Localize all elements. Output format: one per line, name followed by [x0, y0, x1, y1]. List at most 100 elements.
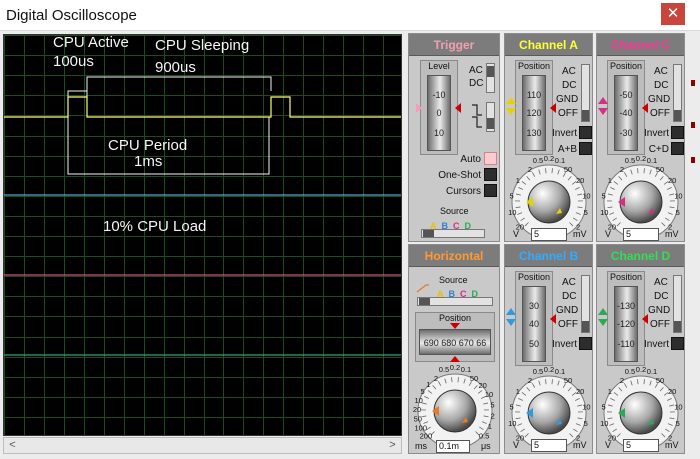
channel-d-position-box: Position -130 -120 -110 — [607, 271, 645, 366]
channel-d-coupling-switch[interactable] — [673, 275, 682, 333]
channel-c-value-field[interactable]: 5 — [623, 228, 659, 241]
dial-scale-label: 20 — [668, 176, 676, 185]
unit-right: mV — [665, 229, 679, 239]
horizontal-title: Horizontal — [409, 245, 499, 267]
drum-value: 40 — [528, 319, 539, 329]
drum-value: 10 — [433, 128, 444, 138]
dial-scale-label: 10 — [508, 208, 516, 217]
dial-tick — [551, 168, 553, 174]
dial-scale-label: 20 — [576, 176, 584, 185]
channel-b-position-box: Position 30 40 50 — [515, 271, 553, 366]
dial-scale-label: 10 — [415, 396, 423, 405]
dial-scale-label: 5 — [676, 208, 680, 217]
drum-value: -50 — [619, 90, 633, 100]
channel-b-value-field[interactable]: 5 — [531, 439, 567, 452]
dial-knob[interactable] — [433, 389, 477, 433]
dial-scale-label: 20 — [478, 381, 486, 390]
dial-scale-label: 1 — [608, 387, 612, 396]
channel-a-position-label: Position — [517, 61, 551, 71]
switch-knob — [674, 110, 681, 121]
channel-b-position-drum[interactable]: 30 40 50 — [522, 286, 546, 362]
channel-a-position-drum[interactable]: 110 120 130 — [522, 75, 546, 151]
horizontal-scrollbar[interactable]: < > — [3, 437, 402, 454]
auto-button[interactable] — [484, 152, 497, 165]
channel-a-value-field[interactable]: 5 — [531, 228, 567, 241]
channel-d-panel: Channel D Position -130 -120 -110 AC DC … — [596, 244, 685, 454]
channel-b-invert-button[interactable] — [579, 337, 592, 350]
mode-off-label: OFF — [650, 319, 670, 330]
channel-b-title-text: Channel B — [518, 249, 579, 263]
invert-label: Invert — [643, 128, 669, 139]
dial-scale-label: 0.2 — [636, 365, 646, 374]
dial-scale-label: 5 — [584, 208, 588, 217]
unit-left: V — [605, 440, 612, 450]
dial-scale-label: 0.5 — [625, 156, 635, 165]
mode-off-label: OFF — [650, 108, 670, 119]
trigger-coupling-switch[interactable] — [486, 63, 495, 93]
channel-a-coupling-switch[interactable] — [581, 64, 590, 122]
title-bar: Digital Oscilloscope ✕ — [0, 0, 700, 31]
channel-c-position-drum[interactable]: -50 -40 -30 — [614, 75, 638, 151]
dial-tick — [545, 168, 547, 174]
channel-c-coupling-switch[interactable] — [673, 64, 682, 122]
trigger-edge-switch[interactable] — [486, 102, 495, 132]
channel-b-title: Channel B — [505, 245, 592, 267]
dial-knob[interactable] — [527, 391, 571, 435]
position-pointer-icon — [450, 356, 460, 362]
slider-knob — [419, 298, 430, 305]
drum-value: 120 — [526, 108, 542, 118]
trigger-level-label: Level — [428, 61, 450, 71]
channel-d-value-field[interactable]: 5 — [623, 439, 659, 452]
channel-d-position-drum[interactable]: -130 -120 -110 — [614, 286, 638, 362]
mode-dc-label: DC — [654, 291, 669, 302]
dial-scale-label: 0.5 — [625, 367, 635, 376]
channel-a-trace — [4, 96, 401, 118]
scope-graticule — [4, 35, 401, 435]
dial-tick — [637, 379, 639, 385]
trigger-level-drum[interactable]: -10 0 10 — [427, 75, 451, 151]
dial-scale-label: 5 — [490, 400, 494, 409]
channel-b-position-label: Position — [517, 272, 551, 282]
channel-d-invert-button[interactable] — [671, 337, 684, 350]
updown-arrow-icon — [506, 308, 516, 326]
switch-knob — [487, 66, 494, 77]
scroll-left-arrow[interactable]: < — [4, 438, 21, 453]
channel-d-position-label: Position — [609, 272, 643, 282]
dial-scale-label: 10 — [600, 419, 608, 428]
close-button[interactable]: ✕ — [661, 3, 685, 25]
channel-c-panel: Channel C Position -50 -40 -30 AC DC GND… — [596, 33, 685, 242]
dial-scale-label: 0.1 — [461, 365, 471, 374]
drum-value: -120 — [616, 319, 635, 329]
dial-knob[interactable] — [619, 391, 663, 435]
scroll-right-arrow[interactable]: > — [384, 438, 401, 453]
dial-scale-label: 10 — [485, 390, 493, 399]
channel-b-coupling-switch[interactable] — [581, 275, 590, 333]
dial-scale-label: 20 — [668, 387, 676, 396]
updown-arrow-icon — [506, 97, 516, 115]
channel-d-title-text: Channel D — [610, 249, 671, 263]
unit-right: mV — [665, 440, 679, 450]
window-title: Digital Oscilloscope — [6, 7, 137, 24]
cpu-period-label: CPU Period — [108, 137, 188, 154]
mode-dc-label: DC — [562, 291, 577, 302]
dial-knob[interactable] — [619, 180, 663, 224]
cpu-sleeping-time: 900us — [155, 59, 196, 76]
cursors-button[interactable] — [484, 184, 497, 197]
channel-a-invert-button[interactable] — [579, 126, 592, 139]
edge-marker — [691, 122, 695, 128]
one-shot-button[interactable] — [484, 168, 497, 181]
drum-value: 0 — [436, 108, 442, 118]
horizontal-position-drum[interactable]: 690 680 670 66 — [419, 329, 491, 355]
cpu-load-label: 10% CPU Load — [103, 218, 207, 235]
trigger-source-slider[interactable] — [421, 229, 485, 238]
dial-scale-label: 0.2 — [636, 154, 646, 163]
timebase-dial[interactable]: 0.5 0.2 0.12151020501002005020105210.5 — [411, 363, 499, 451]
dial-scale-label: 5 — [601, 191, 605, 200]
dial-scale-label: 50 — [564, 376, 572, 385]
level-pointer-icon — [455, 103, 461, 113]
timebase-value-field[interactable]: 0.1m — [436, 440, 470, 453]
dial-knob[interactable] — [527, 180, 571, 224]
horizontal-source-slider[interactable] — [417, 297, 493, 306]
channel-c-invert-button[interactable] — [671, 126, 684, 139]
edge-select-icon — [472, 104, 482, 128]
